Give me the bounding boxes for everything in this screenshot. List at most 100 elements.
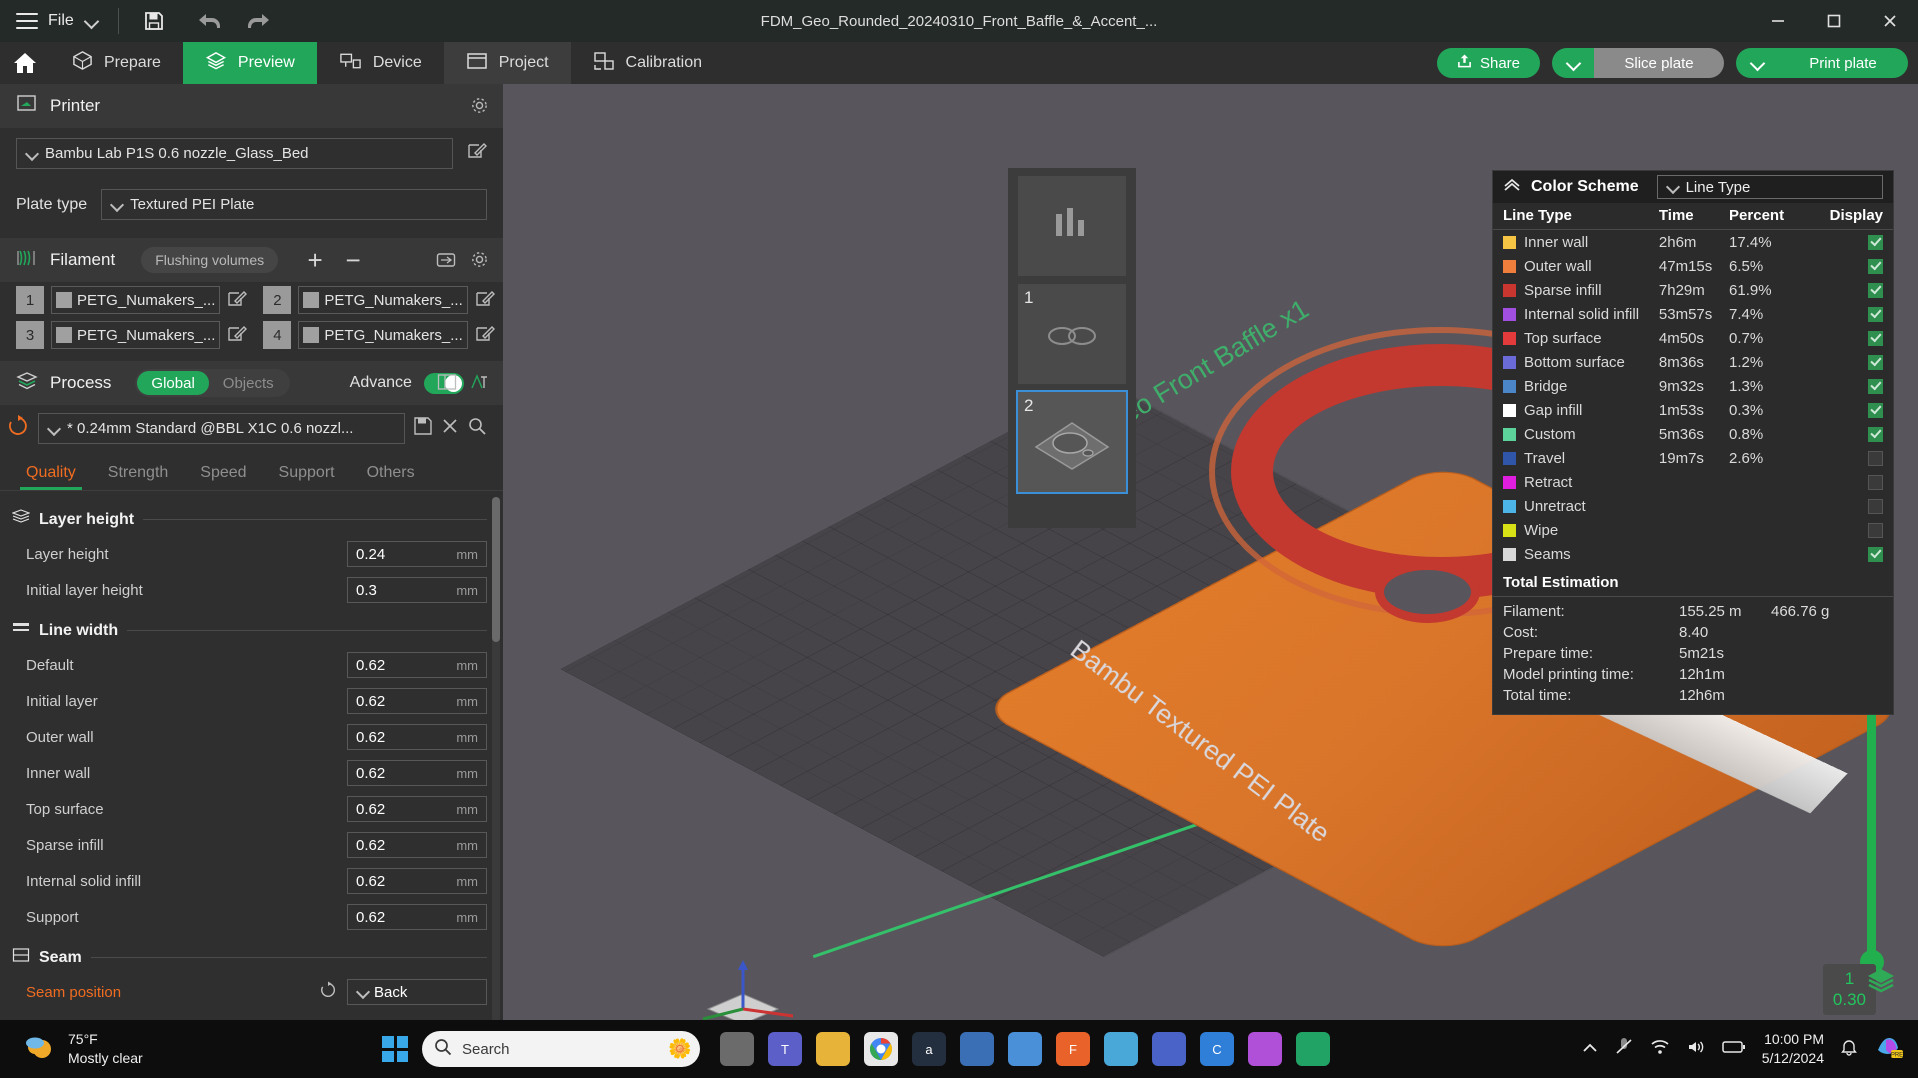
param-input[interactable]: 0.62 mm (347, 760, 487, 786)
legend-row[interactable]: Bottom surface 8m36s 1.2% (1493, 350, 1893, 374)
display-checkbox[interactable] (1868, 234, 1883, 250)
scope-global[interactable]: Global (137, 371, 209, 395)
filament-edit-icon[interactable] (475, 324, 497, 346)
param-input[interactable]: Back (347, 979, 487, 1005)
share-button[interactable]: Share (1436, 48, 1540, 78)
filament-edit-icon[interactable] (227, 324, 249, 346)
display-checkbox[interactable] (1868, 474, 1883, 490)
tab-support[interactable]: Support (263, 458, 351, 490)
notifications-bell-icon[interactable] (1840, 1038, 1858, 1061)
print-plate-label[interactable]: Print plate (1778, 48, 1908, 78)
param-input[interactable]: 0.62 mm (347, 688, 487, 714)
slice-dropdown-arrow[interactable] (1552, 48, 1594, 78)
file-menu-group[interactable]: File (0, 0, 100, 42)
teams-icon[interactable]: T (768, 1032, 802, 1066)
amazon-music-icon[interactable]: a (912, 1032, 946, 1066)
tab-quality[interactable]: Quality (10, 458, 92, 490)
weather-widget[interactable]: 75°F Mostly clear (0, 1030, 143, 1068)
legend-row[interactable]: Retract (1493, 470, 1893, 494)
filament-settings-gear-icon[interactable] (470, 250, 489, 274)
hamburger-icon[interactable] (16, 13, 38, 29)
nav-prepare[interactable]: Prepare (50, 42, 183, 84)
filament-slot[interactable]: 3 PETG_Numakers_... (16, 321, 249, 349)
display-checkbox[interactable] (1868, 330, 1883, 346)
plate-thumbnail-2[interactable]: 2 (1016, 390, 1128, 494)
add-filament-button[interactable]: + (302, 247, 328, 273)
save-preset-icon[interactable] (413, 416, 433, 441)
compare-presets-icon[interactable] (469, 373, 489, 396)
valorant-icon[interactable] (1152, 1032, 1186, 1066)
remove-filament-button[interactable]: − (340, 247, 366, 273)
nav-calibration[interactable]: Calibration (571, 42, 724, 84)
tab-strength[interactable]: Strength (92, 458, 184, 490)
display-checkbox[interactable] (1868, 378, 1883, 394)
display-checkbox[interactable] (1868, 282, 1883, 298)
legend-row[interactable]: Bridge 9m32s 1.3% (1493, 374, 1893, 398)
bambu-studio-icon[interactable] (960, 1032, 994, 1066)
process-scope-toggle[interactable]: Global Objects (135, 369, 290, 397)
filament-slot[interactable]: 4 PETG_Numakers_... (263, 321, 496, 349)
param-input[interactable]: 0.24 mm (347, 541, 487, 567)
filament-slot[interactable]: 2 PETG_Numakers_... (263, 286, 496, 314)
color-scheme-combo[interactable]: Line Type (1656, 175, 1883, 199)
parameters-scrollbar[interactable] (492, 497, 500, 1020)
process-preset-combo[interactable]: * 0.24mm Standard @BBL X1C 0.6 nozzl... (38, 413, 405, 444)
filament-slot[interactable]: 1 PETG_Numakers_... (16, 286, 249, 314)
tab-others[interactable]: Others (351, 458, 431, 490)
legend-row[interactable]: Travel 19m7s 2.6% (1493, 446, 1893, 470)
home-icon[interactable] (0, 42, 50, 84)
maximize-icon[interactable] (1806, 0, 1862, 42)
delete-preset-icon[interactable] (441, 417, 459, 440)
filament-slot-combo[interactable]: PETG_Numakers_... (298, 286, 468, 314)
legend-row[interactable]: Internal solid infill 53m57s 7.4% (1493, 302, 1893, 326)
3d-viewport[interactable]: FDMGeo Front Baffle x1 Bambu Textured PE… (503, 84, 1918, 1020)
parameter-list-icon[interactable] (437, 373, 457, 396)
display-checkbox[interactable] (1868, 498, 1883, 514)
file-menu-label[interactable]: File (48, 12, 74, 30)
printer-settings-gear-icon[interactable] (470, 96, 489, 120)
filament-slot-combo[interactable]: PETG_Numakers_... (298, 321, 468, 349)
slice-plate-label[interactable]: Slice plate (1594, 48, 1724, 78)
display-checkbox[interactable] (1868, 258, 1883, 274)
microphone-muted-icon[interactable] (1614, 1037, 1634, 1061)
printer-preset-combo[interactable]: Bambu Lab P1S 0.6 nozzle_Glass_Bed (16, 138, 453, 169)
printer-preset-edit-icon[interactable] (467, 141, 487, 166)
display-checkbox[interactable] (1868, 354, 1883, 370)
chrome-icon[interactable] (864, 1032, 898, 1066)
plate-type-combo[interactable]: Textured PEI Plate (101, 189, 487, 220)
param-input[interactable]: 0.62 mm (347, 724, 487, 750)
slice-plate-button[interactable]: Slice plate (1552, 48, 1724, 78)
legend-row[interactable]: Custom 5m36s 0.8% (1493, 422, 1893, 446)
scope-objects[interactable]: Objects (209, 371, 288, 395)
param-input[interactable]: 0.62 mm (347, 796, 487, 822)
tab-speed[interactable]: Speed (184, 458, 262, 490)
display-checkbox[interactable] (1868, 402, 1883, 418)
scrollbar-thumb[interactable] (492, 497, 500, 642)
fusion360-icon[interactable]: F (1056, 1032, 1090, 1066)
legend-row[interactable]: Wipe (1493, 518, 1893, 542)
filament-slot-combo[interactable]: PETG_Numakers_... (51, 286, 221, 314)
display-checkbox[interactable] (1868, 426, 1883, 442)
minimize-icon[interactable] (1750, 0, 1806, 42)
legend-row[interactable]: Seams (1493, 542, 1893, 566)
close-icon[interactable] (1862, 0, 1918, 42)
filament-sync-icon[interactable] (436, 251, 456, 274)
param-input[interactable]: 0.62 mm (347, 832, 487, 858)
param-input[interactable]: 0.62 mm (347, 652, 487, 678)
paint-icon[interactable] (1104, 1032, 1138, 1066)
plate-thumbnail-1[interactable]: 1 (1018, 284, 1126, 384)
obs-icon[interactable] (1008, 1032, 1042, 1066)
search-doodle-icon[interactable]: 🌼 (668, 1037, 692, 1061)
param-input[interactable]: 0.62 mm (347, 868, 487, 894)
search-input[interactable]: Search 🌼 (422, 1031, 700, 1067)
start-button-icon[interactable] (382, 1036, 408, 1062)
collapse-icon[interactable] (1503, 178, 1521, 197)
filament-slot-combo[interactable]: PETG_Numakers_... (51, 321, 221, 349)
legend-row[interactable]: Sparse infill 7h29m 61.9% (1493, 278, 1893, 302)
show-hidden-icons-icon[interactable] (1582, 1041, 1598, 1058)
undo-icon[interactable] (193, 4, 227, 38)
nav-project[interactable]: Project (443, 42, 571, 84)
file-explorer-icon[interactable] (816, 1032, 850, 1066)
display-checkbox[interactable] (1868, 546, 1883, 562)
plate-thumbnail-preview[interactable] (1018, 176, 1126, 276)
